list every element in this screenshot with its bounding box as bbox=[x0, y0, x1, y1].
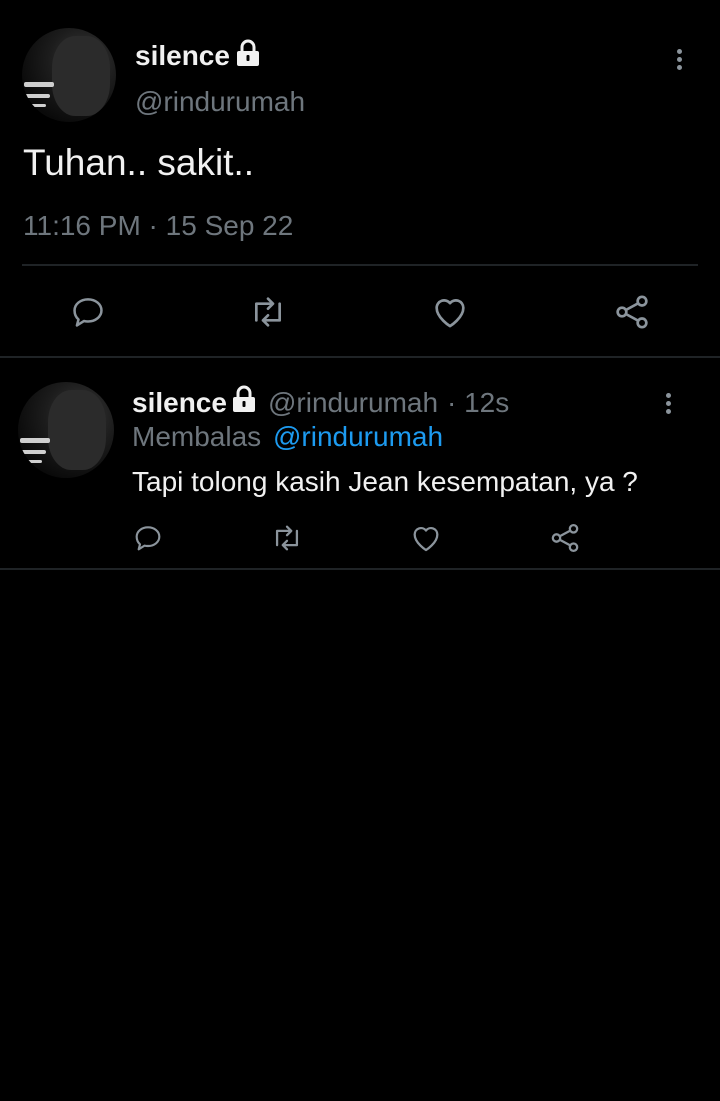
display-name[interactable]: silence bbox=[135, 38, 230, 74]
reply-reply-button[interactable] bbox=[130, 520, 166, 556]
like-icon bbox=[413, 527, 439, 552]
share-icon bbox=[551, 523, 579, 553]
reply-button[interactable] bbox=[66, 290, 110, 334]
reply-text: Tapi tolong kasih Jean kesempatan, ya ? bbox=[132, 466, 638, 497]
reply-retweet-button[interactable] bbox=[269, 520, 305, 556]
share-button[interactable] bbox=[610, 290, 654, 334]
more-icon[interactable] bbox=[666, 390, 671, 417]
avatar[interactable] bbox=[22, 28, 116, 122]
timestamp[interactable]: 11:16 PM · 15 Sep 22 bbox=[23, 208, 293, 244]
tweet-text: Tuhan.. sakit.. bbox=[23, 142, 255, 183]
replying-to-link[interactable]: @rindurumah bbox=[273, 420, 443, 454]
more-icon[interactable] bbox=[677, 46, 682, 73]
divider bbox=[22, 264, 698, 266]
like-button[interactable] bbox=[428, 290, 472, 334]
reply-share-button[interactable] bbox=[547, 520, 583, 556]
retweet-icon bbox=[275, 525, 299, 551]
empty-timeline-area bbox=[0, 570, 720, 1101]
reply-icon bbox=[135, 526, 161, 551]
divider bbox=[0, 356, 720, 358]
lock-icon bbox=[237, 39, 259, 66]
replying-to-label: Membalas bbox=[132, 421, 262, 452]
reply-avatar[interactable] bbox=[18, 382, 114, 478]
handle[interactable]: @rindurumah bbox=[135, 84, 305, 120]
retweet-button[interactable] bbox=[246, 290, 290, 334]
like-icon bbox=[435, 299, 465, 328]
reply-icon bbox=[73, 298, 103, 327]
reply-display-name[interactable]: silence bbox=[132, 386, 227, 420]
reply-time: · 12s bbox=[447, 387, 510, 418]
reply-handle[interactable]: @rindurumah bbox=[268, 386, 438, 420]
retweet-icon bbox=[254, 297, 281, 327]
lock-icon bbox=[233, 385, 255, 412]
share-icon bbox=[616, 295, 648, 329]
reply-like-button[interactable] bbox=[408, 520, 444, 556]
